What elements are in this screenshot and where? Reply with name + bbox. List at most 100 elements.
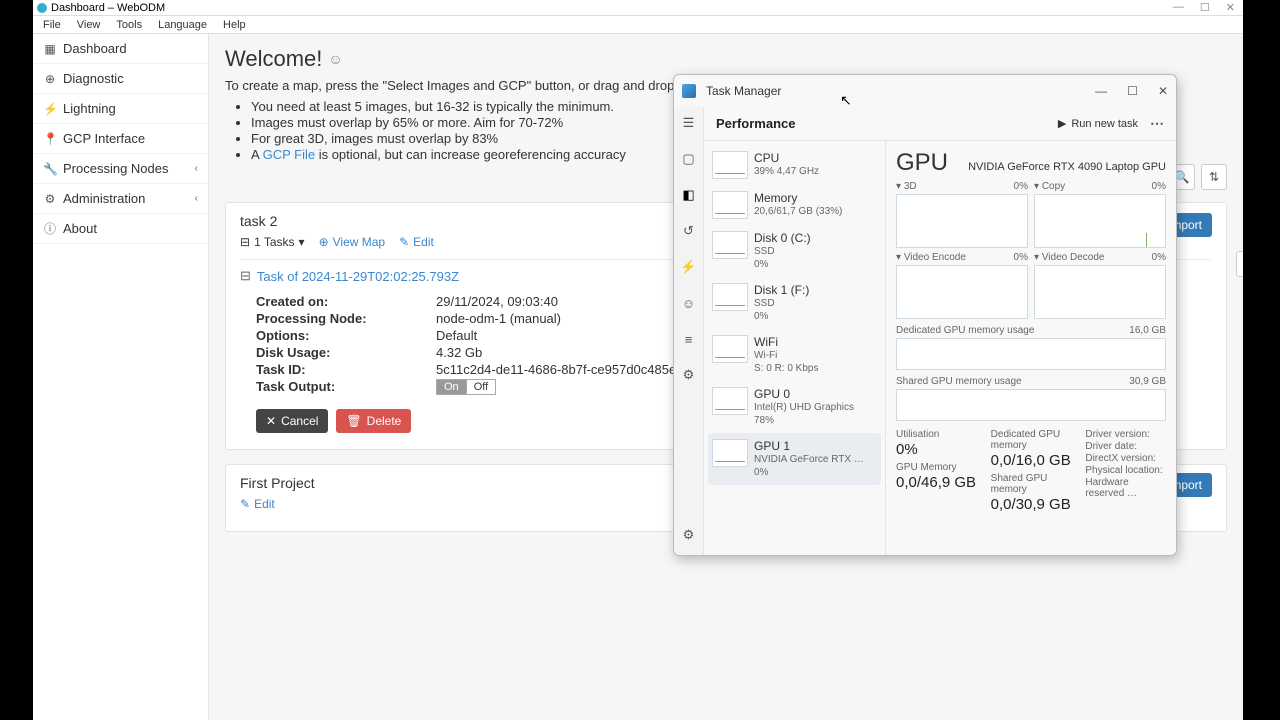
tm-resource-list: CPU39% 4,47 GHz Memory20,6/61,7 GB (33%)… (704, 141, 886, 555)
tm-header: Performance ▶ Run new task ⋯ (704, 107, 1176, 141)
sidebar-item-label: Lightning (63, 101, 116, 116)
spark-icon (712, 283, 748, 311)
cancel-button[interactable]: ✕ Cancel (256, 409, 328, 433)
output-toggle[interactable]: On Off (436, 379, 496, 395)
gcp-file-link[interactable]: GCP File (263, 147, 316, 162)
history-icon[interactable]: ↺ (679, 221, 699, 241)
sort-button[interactable]: ⇅ (1201, 164, 1227, 190)
tm-item-disk0[interactable]: Disk 0 (C:)SSD0% (708, 225, 881, 277)
tm-item-cpu[interactable]: CPU39% 4,47 GHz (708, 145, 881, 185)
sidebar-item-gcp[interactable]: 📍 GCP Interface (33, 124, 208, 154)
run-new-task-button[interactable]: ▶ Run new task (1058, 117, 1138, 130)
close-icon[interactable]: ✕ (1158, 84, 1168, 98)
spark-icon (712, 151, 748, 179)
diagnostic-icon: ⊕ (43, 72, 57, 86)
sidebar-item-about[interactable]: ⓘ About (33, 214, 208, 244)
tm-title-text: Task Manager (706, 84, 781, 98)
maximize-icon[interactable]: ☐ (1200, 1, 1210, 14)
chevron-left-icon: ‹ (195, 163, 198, 174)
tm-performance-pane: CPU39% 4,47 GHz Memory20,6/61,7 GB (33%)… (704, 141, 1176, 555)
minimize-icon[interactable]: — (1173, 1, 1184, 14)
gpu-heading: GPU (896, 149, 948, 177)
delete-button[interactable]: 🗑 Delete (336, 409, 411, 433)
services-icon[interactable]: ⚙ (679, 365, 699, 385)
spark-icon (712, 335, 748, 363)
edit-link[interactable]: ✎ Edit (399, 235, 434, 249)
collapse-icon: ⊟ (240, 268, 251, 284)
task-manager-window: Task Manager — ☐ ✕ ☰ ▢ ◧ ↺ ⚡ ☺ ≡ ⚙ ⚙ Per… (673, 74, 1177, 556)
task-manager-icon (682, 84, 696, 98)
pin-icon: 📍 (43, 132, 57, 146)
tm-content: Performance ▶ Run new task ⋯ CPU39% 4,47… (704, 107, 1176, 555)
processes-icon[interactable]: ▢ (679, 149, 699, 169)
window-title: Dashboard – WebODM (51, 2, 165, 14)
minimize-icon[interactable]: — (1095, 84, 1107, 98)
smile-icon: ☺ (328, 51, 342, 67)
settings-icon[interactable]: ⚙ (679, 525, 699, 545)
graph-copy: ▾ Copy0% (1034, 181, 1166, 248)
sidebar-item-label: Administration (63, 191, 145, 206)
dashboard-icon: ▦ (43, 42, 57, 56)
tm-titlebar[interactable]: Task Manager — ☐ ✕ (674, 75, 1176, 107)
gears-icon: ⚙ (43, 192, 57, 206)
lightning-icon: ⚡ (43, 102, 57, 116)
info-icon: ⓘ (43, 220, 57, 237)
tm-nav-rail: ☰ ▢ ◧ ↺ ⚡ ☺ ≡ ⚙ ⚙ (674, 107, 704, 555)
performance-icon[interactable]: ◧ (679, 185, 699, 205)
sidebar-item-processing-nodes[interactable]: 🔧 Processing Nodes ‹ (33, 154, 208, 184)
tm-detail-pane: GPU NVIDIA GeForce RTX 4090 Laptop GPU ▾… (886, 141, 1176, 555)
spark-icon (712, 387, 748, 415)
gpu-info: Driver version: Driver date: DirectX ver… (1085, 429, 1166, 513)
startup-icon[interactable]: ⚡ (679, 257, 699, 277)
more-icon[interactable]: ⋯ (1150, 115, 1164, 132)
hamburger-icon[interactable]: ☰ (679, 113, 699, 133)
page-title: Welcome! ☺ (225, 46, 1227, 72)
menu-tools[interactable]: Tools (108, 19, 150, 31)
sidebar-item-dashboard[interactable]: ▦ Dashboard (33, 34, 208, 64)
sidebar-item-lightning[interactable]: ⚡ Lightning (33, 94, 208, 124)
app-icon (37, 3, 47, 13)
graph-3d: ▾ 3D0% (896, 181, 1028, 248)
spark-icon (712, 231, 748, 259)
sidebar-item-label: Dashboard (63, 41, 127, 56)
menu-help[interactable]: Help (215, 19, 254, 31)
sidebar-item-diagnostic[interactable]: ⊕ Diagnostic (33, 64, 208, 94)
sidebar: ▦ Dashboard ⊕ Diagnostic ⚡ Lightning 📍 GCP I… (33, 34, 209, 720)
edit-link[interactable]: ✎ Edit (240, 497, 275, 511)
tm-tab-title: Performance (716, 116, 795, 131)
tasks-toggle[interactable]: ⊟ 1 Tasks ▾ (240, 235, 305, 249)
menu-language[interactable]: Language (150, 19, 215, 31)
sidebar-item-administration[interactable]: ⚙ Administration ‹ (33, 184, 208, 214)
details-icon[interactable]: ≡ (679, 329, 699, 349)
sidebar-item-label: GCP Interface (63, 131, 145, 146)
sidebar-item-label: Processing Nodes (63, 161, 169, 176)
window-controls: — ☐ ✕ (1173, 1, 1239, 14)
graph-video-encode: ▾ Video Encode0% (896, 252, 1028, 319)
tm-item-memory[interactable]: Memory20,6/61,7 GB (33%) (708, 185, 881, 225)
view-map-link[interactable]: ⊕ View Map (319, 235, 386, 249)
tm-item-disk1[interactable]: Disk 1 (F:)SSD0% (708, 277, 881, 329)
tm-stats: Utilisation0%GPU Memory0,0/46,9 GB Dedic… (896, 429, 1166, 513)
spark-icon (712, 439, 748, 467)
chevron-left-icon: ‹ (195, 193, 198, 204)
close-icon[interactable]: ✕ (1226, 1, 1235, 14)
menubar: File View Tools Language Help (33, 16, 1243, 34)
sidebar-item-label: About (63, 221, 97, 236)
users-icon[interactable]: ☺ (679, 293, 699, 313)
menu-file[interactable]: File (35, 19, 69, 31)
menu-view[interactable]: View (69, 19, 109, 31)
tm-item-gpu1[interactable]: GPU 1NVIDIA GeForce RTX …0% (708, 433, 881, 485)
graph-shared-mem (896, 389, 1166, 421)
tm-item-gpu0[interactable]: GPU 0Intel(R) UHD Graphics78% (708, 381, 881, 433)
spark-icon (712, 191, 748, 219)
project-more-button[interactable]: ⋯ (1236, 251, 1243, 277)
wrench-icon: 🔧 (43, 162, 57, 176)
graph-dedicated-mem (896, 338, 1166, 370)
tm-item-wifi[interactable]: WiFiWi-FiS: 0 R: 0 Kbps (708, 329, 881, 381)
maximize-icon[interactable]: ☐ (1127, 84, 1138, 98)
sidebar-item-label: Diagnostic (63, 71, 124, 86)
gpu-name: NVIDIA GeForce RTX 4090 Laptop GPU (968, 161, 1166, 173)
tm-window-controls: — ☐ ✕ (1095, 84, 1168, 98)
tm-body: ☰ ▢ ◧ ↺ ⚡ ☺ ≡ ⚙ ⚙ Performance ▶ Run new … (674, 107, 1176, 555)
titlebar: Dashboard – WebODM — ☐ ✕ (33, 0, 1243, 16)
